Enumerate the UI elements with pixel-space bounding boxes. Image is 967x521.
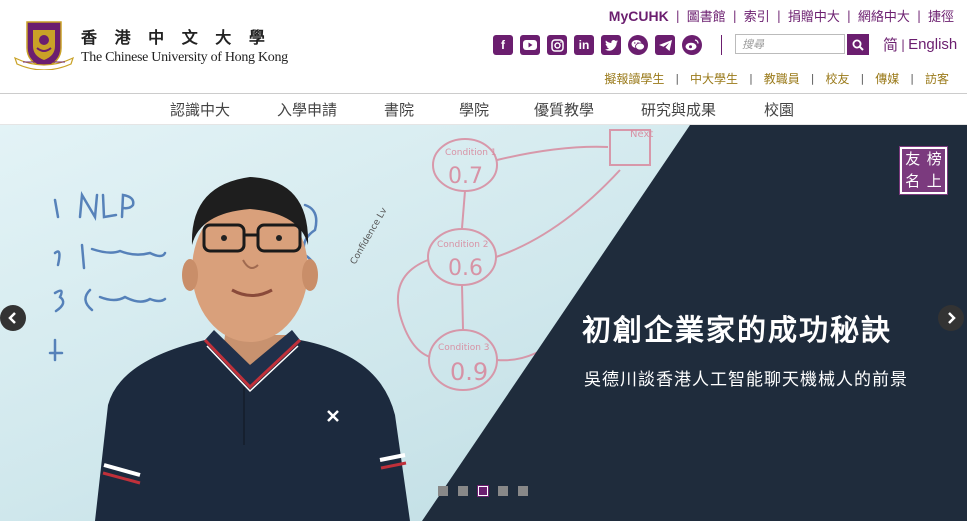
index-link[interactable]: 索引 (744, 6, 770, 25)
carousel-dot-4[interactable] (498, 486, 508, 496)
facebook-icon[interactable]: f (493, 35, 513, 55)
online-cuhk-link[interactable]: 網絡中大 (858, 6, 910, 25)
search-button[interactable] (847, 34, 869, 55)
visitors-link[interactable]: 訪客 (925, 70, 949, 87)
library-link[interactable]: 圖書館 (687, 6, 726, 25)
banner-headline[interactable]: 初創企業家的成功秘訣 (582, 307, 892, 349)
site-header: 香 港 中 文 大 學 The Chinese University of Ho… (0, 0, 967, 94)
university-logo[interactable]: 香 港 中 文 大 學 The Chinese University of Ho… (13, 18, 288, 70)
alumni-link[interactable]: 校友 (826, 70, 850, 87)
shortcuts-link[interactable]: 捷徑 (928, 6, 954, 25)
utility-links: MyCUHK | 圖書館 | 索引 | 捐贈中大 | 網絡中大 | 捷徑 (608, 6, 954, 26)
youtube-icon[interactable] (520, 35, 540, 55)
carousel-dot-5[interactable] (518, 486, 528, 496)
wechat-icon[interactable] (628, 35, 648, 55)
media-link[interactable]: 傳媒 (875, 70, 899, 87)
instagram-icon[interactable] (547, 35, 567, 55)
search-icon (852, 39, 864, 51)
university-name-zh: 香 港 中 文 大 學 (81, 28, 271, 47)
university-name-en: The Chinese University of Hong Kong (81, 50, 288, 65)
prospective-students-link[interactable]: 擬報讀學生 (604, 70, 664, 87)
weibo-icon[interactable] (682, 35, 702, 55)
search-input[interactable] (735, 34, 845, 54)
nav-about[interactable]: 認識中大 (170, 99, 230, 120)
english-link[interactable]: English (908, 36, 957, 53)
chevron-left-icon (8, 312, 16, 324)
mycuhk-link[interactable]: MyCUHK (609, 8, 669, 24)
main-navigation: 認識中大 入學申請 書院 學院 優質教學 研究與成果 校園 (0, 93, 967, 125)
carousel-dot-2[interactable] (458, 486, 468, 496)
divider (721, 35, 722, 55)
nav-teaching[interactable]: 優質教學 (534, 99, 594, 120)
nav-colleges[interactable]: 書院 (384, 99, 414, 120)
carousel-next-button[interactable] (938, 305, 964, 331)
hero-carousel[interactable]: Condition 1 0.7 Condition 2 0.6 Conditio… (0, 125, 967, 521)
banner-subheadline[interactable]: 吳德川談香港人工智能聊天機械人的前景 (584, 365, 908, 390)
linkedin-icon[interactable]: in (574, 35, 594, 55)
alumni-honour-badge[interactable]: 友 榜 名 上 (899, 146, 948, 195)
current-students-link[interactable]: 中大學生 (690, 70, 738, 87)
twitter-icon[interactable] (601, 35, 621, 55)
carousel-pagination (438, 485, 538, 497)
crest-icon (13, 21, 75, 70)
audience-links: 擬報讀學生 | 中大學生 | 教職員 | 校友 | 傳媒 | 訪客 (604, 70, 949, 87)
telegram-icon[interactable] (655, 35, 675, 55)
nav-admissions[interactable]: 入學申請 (277, 99, 337, 120)
social-media-bar: f in (493, 35, 709, 55)
simplified-chinese-link[interactable]: 简 (883, 34, 898, 55)
carousel-prev-button[interactable] (0, 305, 26, 331)
donate-link[interactable]: 捐贈中大 (788, 6, 840, 25)
chevron-right-icon (948, 312, 956, 324)
nav-research[interactable]: 研究與成果 (641, 99, 716, 120)
staff-link[interactable]: 教職員 (764, 70, 800, 87)
carousel-dot-1[interactable] (438, 486, 448, 496)
language-switcher: 简 | English (883, 34, 958, 55)
nav-faculties[interactable]: 學院 (459, 99, 489, 120)
nav-campus[interactable]: 校園 (764, 99, 794, 120)
carousel-dot-3[interactable] (477, 485, 489, 497)
